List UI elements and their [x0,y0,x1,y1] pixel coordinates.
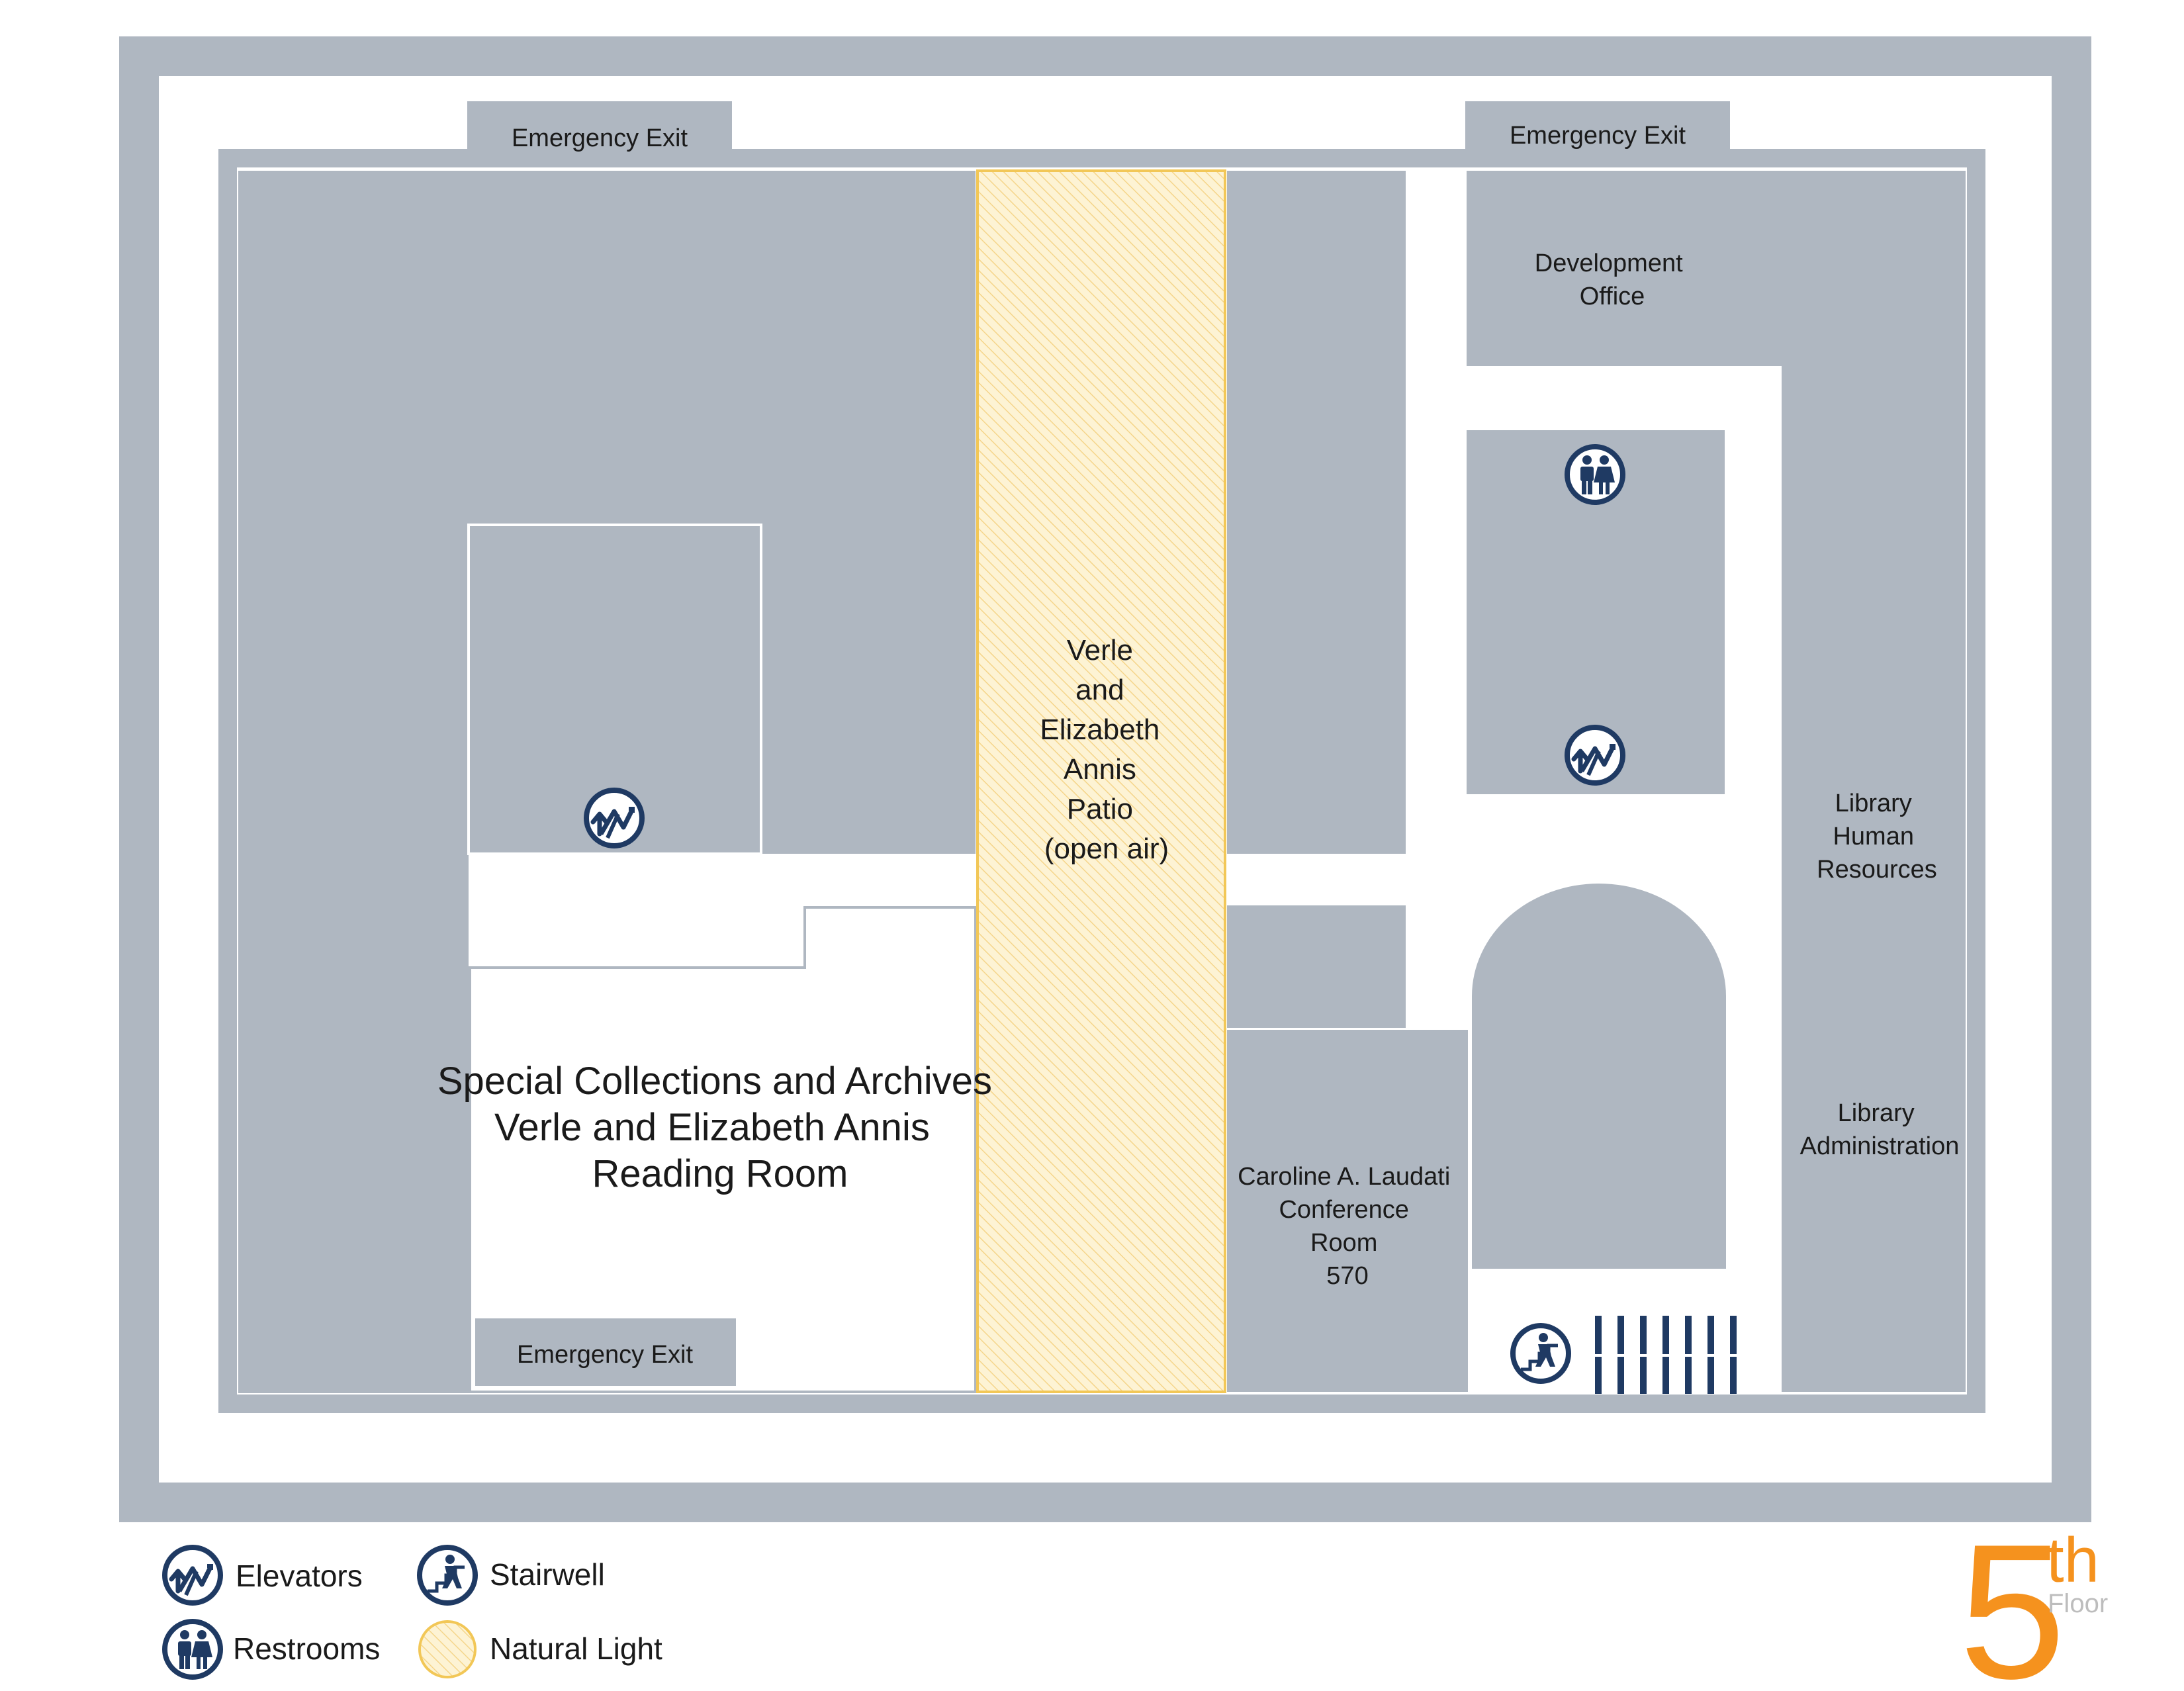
floor-indicator: 5 th Floor [1959,1504,2108,1691]
emergency-exit-top-left-label: Emergency Exit [512,124,688,152]
restroom-icon [1565,444,1625,505]
floor-map: Emergency Exit Emergency Exit Emergency … [0,0,2184,1691]
floor-suffix: th [2046,1525,2099,1596]
legend-elevators-label: Elevators [236,1559,363,1593]
mid-room-small [1227,905,1406,1028]
elevator-icon [1565,725,1625,786]
floor-plan-svg: Emergency Exit Emergency Exit Emergency … [119,36,2108,1691]
mid-room-upper [1227,171,1406,854]
stairwell-icon [1510,1323,1571,1384]
floor-word: Floor [2048,1589,2108,1618]
emergency-exit-bottom-label: Emergency Exit [517,1341,694,1369]
natural-light-icon [418,1620,477,1678]
emergency-exit-top-right-label: Emergency Exit [1510,122,1686,150]
legend: Elevators Stairwell Restrooms Natural Li… [162,1545,662,1680]
legend-stairwell-label: Stairwell [490,1557,605,1592]
elevator-icon [162,1545,223,1606]
stair-treads [1595,1316,1737,1394]
library-admin-block [1782,171,1966,1392]
legend-natural-light-label: Natural Light [490,1631,662,1666]
elevator-icon [584,788,645,848]
stairwell-icon [417,1545,478,1606]
stair-arch [1472,884,1726,1269]
restroom-icon [162,1619,223,1680]
legend-restrooms-label: Restrooms [233,1631,380,1666]
